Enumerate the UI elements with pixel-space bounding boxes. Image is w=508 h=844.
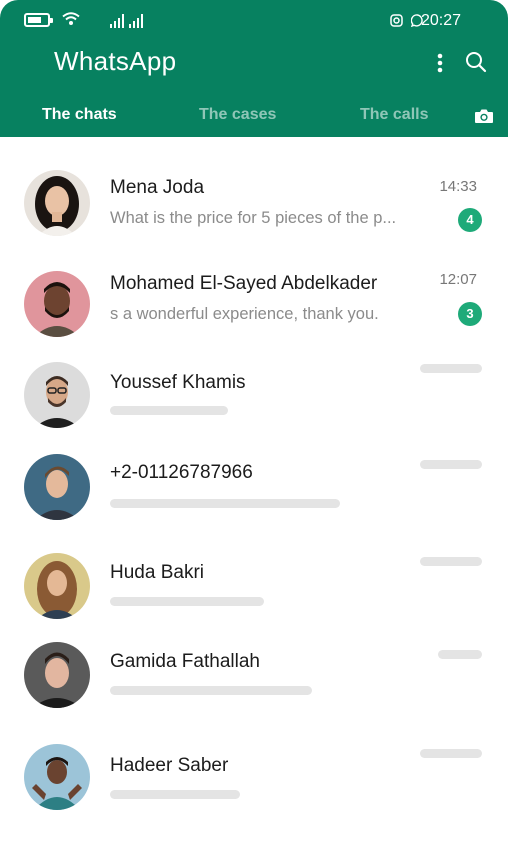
message-placeholder xyxy=(110,406,228,415)
app-header: 20:27 WhatsApp The chats The cases The c… xyxy=(0,0,508,137)
tab-calls[interactable]: The calls xyxy=(360,106,428,124)
time-placeholder xyxy=(438,650,482,659)
more-vert-icon[interactable] xyxy=(432,52,448,74)
chat-name: Hadeer Saber xyxy=(110,755,229,776)
tab-cases[interactable]: The cases xyxy=(199,106,276,124)
unread-badge: 4 xyxy=(458,208,482,232)
chat-name: Mena Joda xyxy=(110,177,205,198)
message-placeholder xyxy=(110,686,312,695)
time-placeholder xyxy=(420,364,482,373)
chat-row[interactable]: Hadeer Saber xyxy=(0,741,508,831)
chat-name: +2-01126787966 xyxy=(110,462,253,483)
battery-icon xyxy=(24,13,53,27)
avatar xyxy=(24,744,90,810)
time-placeholder xyxy=(420,749,482,758)
avatar xyxy=(24,454,90,520)
battery-level xyxy=(28,17,41,23)
chat-name: Youssef Khamis xyxy=(110,372,246,393)
chat-time: 14:33 xyxy=(439,178,477,195)
message-placeholder xyxy=(110,597,264,606)
tab-chats[interactable]: The chats xyxy=(42,106,117,124)
avatar xyxy=(24,170,90,236)
chat-row[interactable]: Gamida Fathallah xyxy=(0,638,508,728)
unread-badge: 3 xyxy=(458,302,482,326)
chat-last-message: What is the price for 5 pieces of the p.… xyxy=(110,209,397,227)
avatar xyxy=(24,553,90,619)
wifi-icon xyxy=(62,12,80,25)
message-placeholder xyxy=(110,499,340,508)
chat-time: 12:07 xyxy=(439,271,477,288)
chat-row[interactable]: +2-01126787966 xyxy=(0,452,508,542)
signal-icon xyxy=(110,14,124,28)
status-bar: 20:27 xyxy=(0,0,508,40)
chat-name: Huda Bakri xyxy=(110,562,204,583)
search-icon[interactable] xyxy=(465,51,487,73)
message-placeholder xyxy=(110,790,240,799)
chat-row[interactable]: Mena Joda What is the price for 5 pieces… xyxy=(0,167,508,257)
signal-icon xyxy=(129,14,143,28)
chat-name: Mohamed El-Sayed Abdelkader xyxy=(110,273,378,294)
chat-name: Gamida Fathallah xyxy=(110,651,260,672)
time-placeholder xyxy=(420,557,482,566)
instagram-icon xyxy=(390,14,403,27)
chat-row[interactable]: Mohamed El-Sayed Abdelkader s a wonderfu… xyxy=(0,265,508,355)
avatar xyxy=(24,362,90,428)
camera-icon[interactable] xyxy=(474,108,494,124)
time-placeholder xyxy=(420,460,482,469)
app-title: WhatsApp xyxy=(54,46,177,76)
chat-row[interactable]: Huda Bakri xyxy=(0,549,508,639)
avatar xyxy=(24,642,90,708)
chat-row[interactable]: Youssef Khamis xyxy=(0,359,508,449)
status-time: 20:27 xyxy=(421,12,462,29)
avatar xyxy=(24,271,90,337)
chat-last-message: s a wonderful experience, thank you. xyxy=(110,305,379,323)
